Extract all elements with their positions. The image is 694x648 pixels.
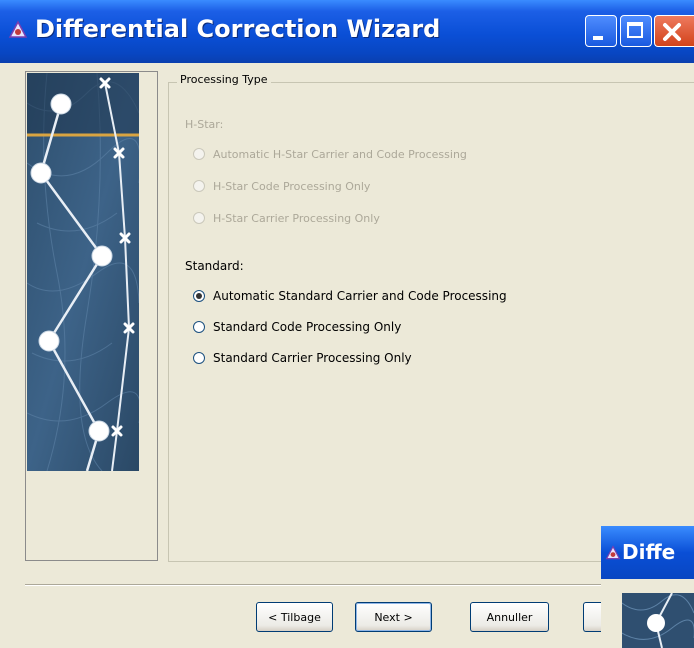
close-button[interactable] <box>654 15 694 47</box>
gps-trail-illustration <box>27 73 139 471</box>
radio-label: Standard Carrier Processing Only <box>213 351 412 365</box>
radio-button[interactable] <box>193 321 205 333</box>
radio-button-selected[interactable] <box>193 290 205 302</box>
radio-button[interactable] <box>193 148 205 160</box>
radio-button[interactable] <box>193 352 205 364</box>
hstar-section-label: H-Star: <box>185 118 224 131</box>
radio-standard-auto[interactable]: Automatic Standard Carrier and Code Proc… <box>193 286 507 306</box>
close-icon <box>663 23 681 41</box>
radio-label: H-Star Code Processing Only <box>213 179 371 193</box>
cancel-button[interactable]: Annuller <box>470 602 549 632</box>
title-bar[interactable]: Differential Correction Wizard <box>0 0 694 63</box>
radio-hstar-carrier[interactable]: H-Star Carrier Processing Only <box>193 208 380 228</box>
radio-label: Automatic Standard Carrier and Code Proc… <box>213 289 507 303</box>
radio-hstar-auto[interactable]: Automatic H-Star Carrier and Code Proces… <box>193 144 467 164</box>
radio-button[interactable] <box>193 212 205 224</box>
trimble-pathfinder-icon <box>605 545 621 560</box>
radio-label: Standard Code Processing Only <box>213 320 402 334</box>
overlay-title-bar[interactable]: Diffe <box>601 526 694 579</box>
group-legend: Processing Type <box>177 73 271 86</box>
next-button[interactable]: Next > <box>355 602 432 632</box>
overlay-window-title: Diffe <box>622 540 676 564</box>
footer-separator <box>25 584 694 586</box>
radio-standard-carrier[interactable]: Standard Carrier Processing Only <box>193 348 412 368</box>
radio-hstar-code[interactable]: H-Star Code Processing Only <box>193 176 370 196</box>
standard-section-label: Standard: <box>185 259 244 273</box>
wizard-side-panel <box>25 71 158 561</box>
gps-trail-illustration <box>622 593 694 648</box>
maximize-button[interactable] <box>620 15 652 47</box>
radio-label: H-Star Carrier Processing Only <box>213 211 380 225</box>
radio-label: Automatic H-Star Carrier and Code Proces… <box>213 147 467 161</box>
window-title: Differential Correction Wizard <box>35 15 441 43</box>
trimble-pathfinder-icon <box>8 20 28 38</box>
finish-button-partial[interactable] <box>583 602 603 632</box>
radio-standard-code[interactable]: Standard Code Processing Only <box>193 317 401 337</box>
radio-button[interactable] <box>193 180 205 192</box>
back-button[interactable]: < Tilbage <box>256 602 333 632</box>
minimize-button[interactable] <box>585 15 617 47</box>
overlay-wizard-window[interactable]: Diffe <box>601 526 694 648</box>
